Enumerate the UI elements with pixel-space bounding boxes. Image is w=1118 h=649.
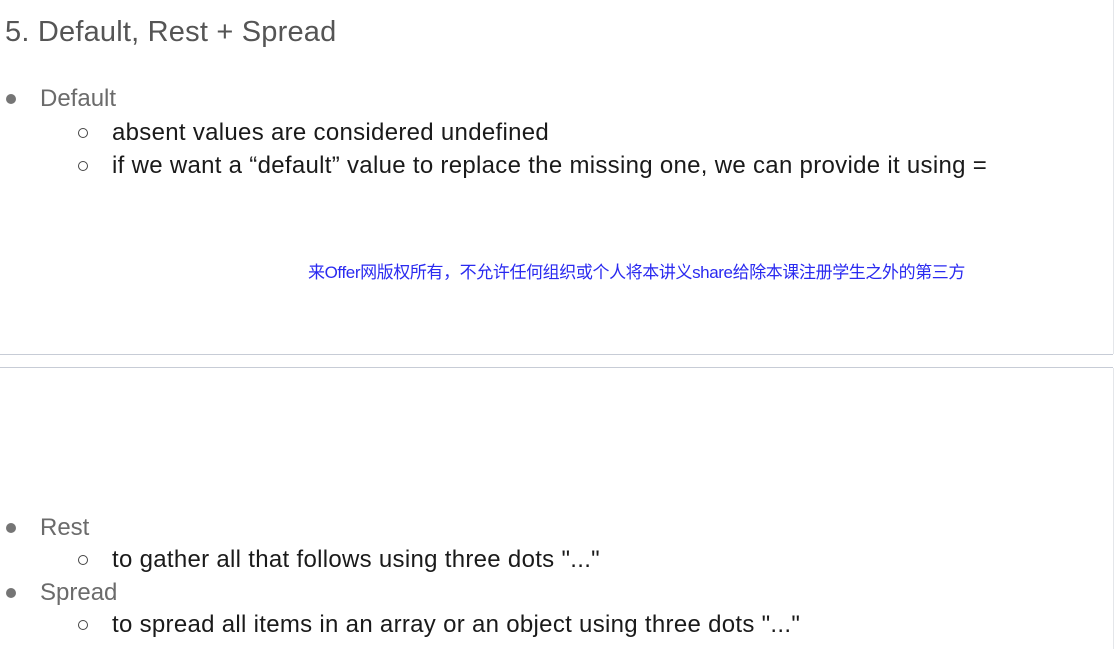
hollow-bullet-icon [78, 128, 88, 138]
sub-bullet-text: absent values are considered undefined [112, 119, 550, 146]
filled-bullet-icon [6, 94, 16, 104]
page-edge [1113, 0, 1114, 354]
bullet-label: Rest [40, 514, 90, 541]
slide-title: 5. Default, Rest + Spread [5, 16, 337, 48]
page-divider [0, 354, 1113, 355]
sub-bullet-text: to gather all that follows using three d… [112, 546, 600, 573]
bullet-label: Spread [40, 579, 118, 606]
hollow-bullet-icon [78, 555, 88, 565]
hollow-bullet-icon [78, 161, 88, 171]
filled-bullet-icon [6, 523, 16, 533]
sub-bullet-text: if we want a “default” value to replace … [112, 152, 988, 179]
copyright-watermark: 来Offer网版权所有，不允许任何组织或个人将本讲义share给除本课注册学生之… [308, 263, 966, 282]
bullet-label: Default [40, 85, 117, 112]
sub-bullet-text: to spread all items in an array or an ob… [112, 611, 801, 638]
hollow-bullet-icon [78, 620, 88, 630]
page-edge [1113, 368, 1114, 649]
page-divider [0, 367, 1113, 368]
filled-bullet-icon [6, 588, 16, 598]
